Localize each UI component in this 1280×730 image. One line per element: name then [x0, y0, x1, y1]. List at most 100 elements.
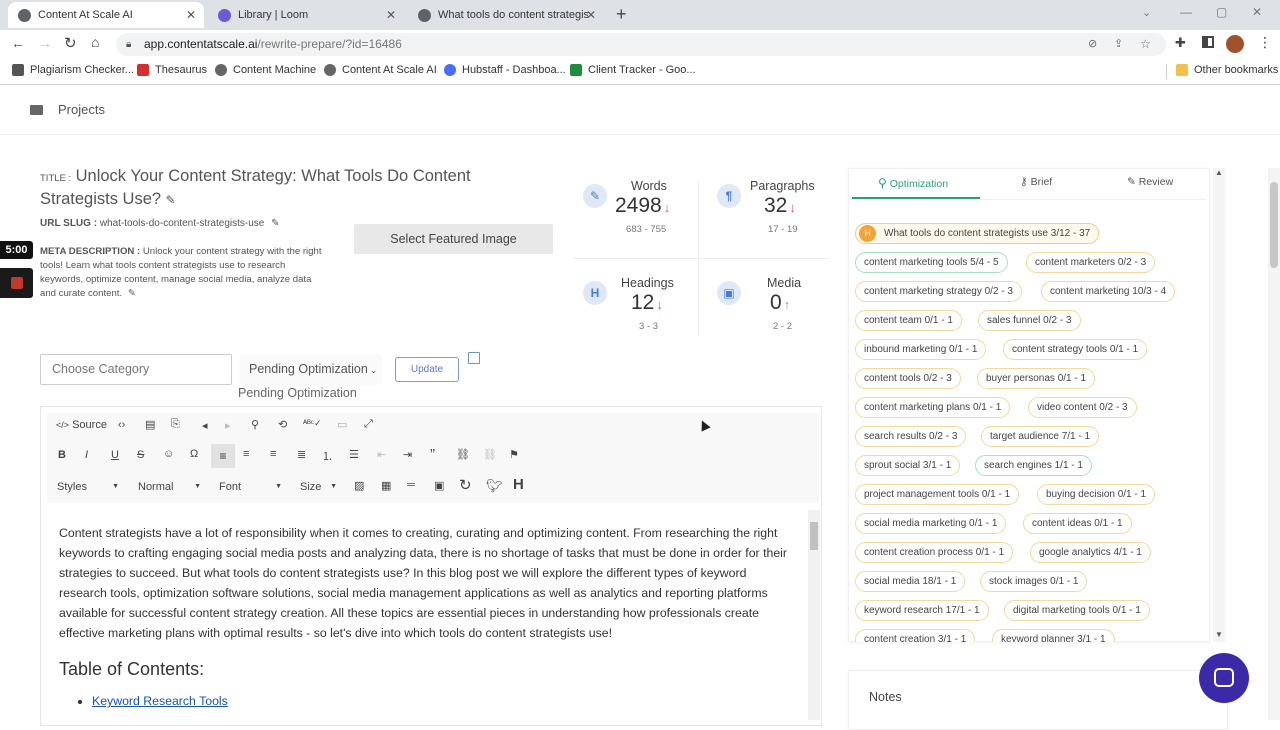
table-icon[interactable]: ▦ [381, 479, 391, 492]
profile-avatar[interactable] [1226, 35, 1244, 53]
minimize-window-icon[interactable]: — [1180, 5, 1192, 19]
align-center-icon[interactable]: ≡ [243, 448, 249, 460]
bookmark-content-at-scale[interactable]: Content At Scale AI [324, 64, 437, 76]
save-icon[interactable]: ▤ [145, 418, 155, 431]
tab-search-icon[interactable]: ⌄ [1142, 6, 1151, 19]
tab-optimization[interactable]: ⚲ Optimization [878, 176, 948, 190]
tab-brief[interactable]: ⚷ Brief [1020, 176, 1052, 188]
editor-scroll-thumb[interactable] [810, 522, 818, 550]
blockquote-icon[interactable]: ” [430, 446, 435, 463]
underline-icon[interactable]: U [111, 449, 119, 461]
twitter-icon[interactable]: 🐦︎ [486, 478, 503, 494]
keyword-chip[interactable]: content creation process 0/1 - 1 [855, 542, 1014, 563]
keyword-chip[interactable]: sprout social 3/1 - 1 [855, 455, 961, 476]
close-tab-icon[interactable]: ✕ [186, 8, 196, 22]
size-dropdown[interactable]: Size ▼ [294, 477, 339, 497]
keyword-chip[interactable]: content marketing plans 0/1 - 1 [855, 397, 1011, 418]
image-icon[interactable]: ▨ [354, 479, 364, 492]
status-select[interactable]: Pending Optimization ⌄ [239, 354, 382, 385]
strikethrough-icon[interactable]: S [137, 449, 144, 461]
format-dropdown[interactable]: Normal ▼ [133, 477, 203, 497]
projects-link[interactable]: Projects [30, 102, 105, 117]
outdent-icon[interactable]: ⇤ [377, 448, 386, 461]
tab-content-at-scale[interactable]: Content At Scale AI ✕ [8, 2, 204, 28]
chat-launcher-button[interactable] [1199, 653, 1249, 703]
anchor-flag-icon[interactable]: ⚑ [509, 448, 519, 461]
keyword-chip[interactable]: buyer personas 0/1 - 1 [977, 368, 1096, 389]
keyword-chip[interactable]: buying decision 0/1 - 1 [1037, 484, 1156, 505]
edit-slug-icon[interactable]: ✎ [271, 218, 279, 229]
keyword-chip[interactable]: social media 18/1 - 1 [855, 571, 966, 592]
keyword-chip[interactable]: content ideas 0/1 - 1 [1023, 513, 1132, 534]
keyword-chip[interactable]: search results 0/2 - 3 [855, 426, 967, 447]
extensions-icon[interactable]: ✚ [1175, 35, 1186, 51]
other-bookmarks[interactable]: Other bookmarks [1176, 64, 1278, 76]
editor-content[interactable]: Content strategists have a lot of respon… [47, 506, 807, 720]
close-window-icon[interactable]: ✕ [1252, 5, 1262, 19]
update-button[interactable]: Update [395, 357, 459, 382]
scroll-down-icon[interactable]: ▼ [1215, 630, 1223, 639]
keyword-chip[interactable]: content marketing tools 5/4 - 5 [855, 252, 1008, 273]
keyword-chip[interactable]: content strategy tools 0/1 - 1 [1003, 339, 1148, 360]
external-link-icon[interactable] [468, 352, 480, 364]
address-bar[interactable]: 🔒︎ app.contentatscale.ai/rewrite-prepare… [116, 33, 1166, 56]
forward-icon[interactable]: → [38, 35, 52, 51]
close-tab-icon[interactable]: ✕ [386, 8, 396, 22]
bookmark-content-machine[interactable]: Content Machine [215, 64, 316, 76]
select-featured-image-button[interactable]: Select Featured Image [354, 224, 553, 254]
maximize-window-icon[interactable]: ▢ [1216, 5, 1227, 19]
page-break-icon[interactable]: ▣ [434, 479, 444, 492]
keyword-chip[interactable]: sales funnel 0/2 - 3 [978, 310, 1081, 331]
indent-icon[interactable]: ⇥ [403, 448, 412, 461]
scroll-up-icon[interactable]: ▲ [1215, 168, 1223, 177]
bookmark-client-tracker[interactable]: Client Tracker - Goo... [570, 64, 696, 76]
edit-title-icon[interactable]: ✎ [166, 193, 176, 207]
keyword-chip[interactable]: content marketing strategy 0/2 - 3 [855, 281, 1022, 302]
choose-category-select[interactable]: Choose Category [40, 354, 232, 385]
page-scrollbar[interactable] [1268, 168, 1280, 720]
horizontal-rule-icon[interactable]: ═ [407, 479, 415, 491]
toc-link[interactable]: Keyword Research Tools [92, 694, 228, 708]
keyword-chip[interactable]: digital marketing tools 0/1 - 1 [1004, 600, 1150, 621]
undo-icon[interactable]: ◂ [202, 419, 208, 432]
share-icon[interactable]: ⇪ [1114, 33, 1123, 56]
heading-h-icon[interactable]: H [513, 476, 524, 493]
keyword-chip[interactable]: keyword planner 3/1 - 1 [992, 629, 1115, 642]
italic-icon[interactable]: I [85, 449, 88, 461]
bookmark-star-icon[interactable]: ☆ [1140, 33, 1151, 56]
keyword-chip[interactable]: google analytics 4/1 - 1 [1030, 542, 1151, 563]
show-blocks-icon[interactable]: ▭ [337, 418, 347, 431]
special-char-icon[interactable]: Ω [190, 448, 198, 460]
keyword-chip[interactable]: project management tools 0/1 - 1 [855, 484, 1020, 505]
keyword-chip[interactable]: content tools 0/2 - 3 [855, 368, 961, 389]
styles-dropdown[interactable]: Styles ▼ [51, 477, 121, 497]
keyword-chip[interactable]: inbound marketing 0/1 - 1 [855, 339, 987, 360]
back-icon[interactable]: ← [11, 35, 25, 51]
page-scroll-thumb[interactable] [1270, 182, 1278, 268]
edit-meta-icon[interactable]: ✎ [128, 288, 136, 299]
bookmark-plagiarism[interactable]: Plagiarism Checker... [12, 64, 134, 76]
align-right-icon[interactable]: ≡ [270, 448, 276, 460]
editor-scrollbar[interactable] [808, 510, 820, 720]
panel-scrollbar[interactable]: ▲ ▼ [1213, 168, 1225, 642]
justify-icon[interactable]: ≣ [297, 448, 306, 461]
home-icon[interactable]: ⌂ [91, 34, 99, 50]
keyword-chip[interactable]: stock images 0/1 - 1 [980, 571, 1088, 592]
redo-icon[interactable]: ▸ [225, 419, 231, 432]
code-view-icon[interactable]: ‹› [118, 419, 125, 431]
find-icon[interactable]: ⚲ [251, 418, 259, 431]
keyword-chip[interactable]: target audience 7/1 - 1 [981, 426, 1100, 447]
new-tab-button[interactable]: + [616, 4, 627, 25]
keyword-chip[interactable]: H What tools do content strategists use 3… [855, 223, 1100, 244]
link-icon[interactable]: ⛓ [456, 448, 470, 461]
keyword-chip[interactable]: content team 0/1 - 1 [855, 310, 962, 331]
stop-recording-button[interactable] [0, 268, 33, 298]
bullet-list-icon[interactable]: ☰ [349, 448, 359, 461]
maximize-icon[interactable]: ⤢ [364, 418, 373, 431]
keyword-chip[interactable]: content marketing 10/3 - 4 [1041, 281, 1176, 302]
tab-review[interactable]: ✎ Review [1127, 176, 1173, 188]
keyword-chip[interactable]: search engines 1/1 - 1 [975, 455, 1092, 476]
keyword-chip[interactable]: content creation 3/1 - 1 [855, 629, 976, 642]
bookmark-thesaurus[interactable]: Thesaurus [137, 64, 207, 76]
tab-loom[interactable]: Library | Loom ✕ [208, 2, 404, 28]
